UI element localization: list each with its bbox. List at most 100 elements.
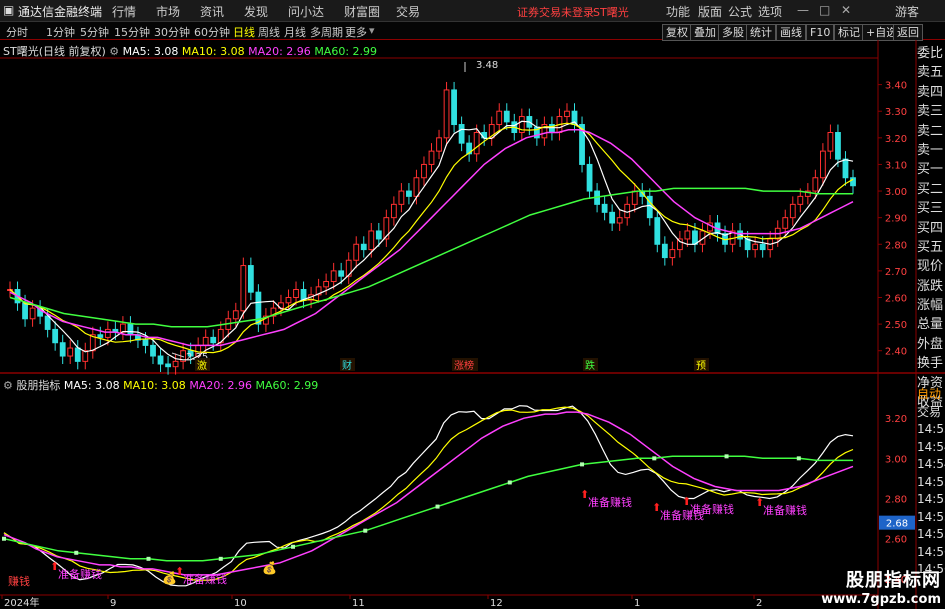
candle-body bbox=[684, 230, 691, 240]
indicator-tick-label: 2.80 bbox=[885, 495, 907, 506]
period-tab[interactable]: 月线 bbox=[284, 24, 306, 40]
tick-time: 14:55 bbox=[917, 474, 945, 489]
quote-label: 卖四 bbox=[917, 84, 944, 100]
ma60-line bbox=[9, 187, 853, 328]
mark-button[interactable]: 标记 bbox=[834, 24, 864, 41]
ma60-dot bbox=[218, 556, 223, 561]
login-notice[interactable]: 证券交易未登录 bbox=[517, 4, 594, 20]
price-tick-label: 2.80 bbox=[885, 240, 907, 251]
candle-body bbox=[473, 132, 480, 155]
overlay-button[interactable]: 叠加 bbox=[690, 24, 720, 41]
menu-item[interactable]: 资讯 bbox=[200, 3, 224, 20]
candle-body bbox=[29, 307, 36, 320]
date-tick-label: 9 bbox=[110, 598, 116, 609]
indicator-settings-icon[interactable]: ⚙ bbox=[3, 379, 13, 392]
candle-body bbox=[616, 217, 623, 224]
stats-button[interactable]: 统计 bbox=[746, 24, 776, 41]
date-tick-label: 10 bbox=[234, 598, 247, 609]
close-icon[interactable]: ✕ bbox=[841, 3, 851, 17]
sub-ma60-label: MA60: 2.99 bbox=[255, 379, 319, 392]
menu-item[interactable]: 发现 bbox=[244, 3, 268, 20]
candle-body bbox=[654, 217, 661, 245]
ma60-dot bbox=[435, 504, 440, 509]
ma60-dot bbox=[291, 544, 296, 549]
candle-body bbox=[97, 334, 104, 338]
menu-item[interactable]: 问小达 bbox=[288, 3, 324, 20]
period-tab[interactable]: 更多 bbox=[345, 24, 367, 40]
tick-panel: 自动交易 14:53 14:54 14:54 14:55 14:55 14:55 14:55 1… bbox=[917, 386, 945, 579]
candle-body bbox=[353, 243, 360, 261]
sub-ma10-label: MA10: 3.08 bbox=[123, 379, 186, 392]
candle-body bbox=[398, 190, 405, 205]
menu-item[interactable]: 功能 bbox=[666, 3, 690, 20]
candle-body bbox=[601, 203, 608, 213]
menu-item[interactable]: 市场 bbox=[156, 3, 180, 20]
ma60-dot bbox=[507, 480, 512, 485]
period-tab[interactable]: 1分钟 bbox=[46, 24, 75, 40]
period-tab[interactable]: 15分钟 bbox=[114, 24, 150, 40]
candle-body bbox=[850, 177, 856, 187]
menu-item[interactable]: 公式 bbox=[728, 3, 752, 20]
quote-label: 委比 bbox=[917, 46, 944, 61]
period-tab-active[interactable]: 日线 bbox=[233, 24, 255, 40]
candle-body bbox=[22, 302, 28, 320]
tick-time: 14:54 bbox=[917, 439, 945, 454]
period-tab[interactable]: 5分钟 bbox=[80, 24, 109, 40]
candle-body bbox=[789, 203, 796, 219]
multi-stock-button[interactable]: 多股 bbox=[718, 24, 748, 41]
high-price-label: 3.48 bbox=[476, 60, 498, 71]
candle-body bbox=[586, 163, 593, 192]
f10-button[interactable]: F10 bbox=[806, 24, 835, 41]
candle-body bbox=[661, 243, 668, 259]
candle-body bbox=[150, 344, 156, 357]
menu-item[interactable]: 财富圈 bbox=[344, 3, 380, 20]
candle-body bbox=[338, 270, 345, 277]
period-tab[interactable]: 分时 bbox=[6, 24, 28, 40]
ma60-dot bbox=[2, 536, 6, 541]
watermark-url: www.7gpzb.com bbox=[821, 592, 941, 607]
date-tick-label: 11 bbox=[352, 598, 365, 609]
kline-chart[interactable]: 3.40 3.30 3.20 3.10 3.00 2.90 2.80 2.70 2.60 2.50… bbox=[0, 40, 945, 609]
candle-body bbox=[503, 110, 510, 123]
menu-item[interactable]: 版面 bbox=[698, 3, 722, 20]
menu-item[interactable]: 行情 bbox=[112, 3, 136, 20]
ma60-dot bbox=[796, 456, 801, 461]
settings-icon[interactable]: ⚙ bbox=[109, 45, 119, 58]
ma60-dot bbox=[580, 462, 585, 467]
minimize-icon[interactable]: — bbox=[797, 3, 809, 17]
menu-item[interactable]: 交易 bbox=[396, 3, 420, 20]
candle-body bbox=[104, 328, 111, 338]
period-tab[interactable]: 30分钟 bbox=[154, 24, 190, 40]
period-tab[interactable]: 周线 bbox=[258, 24, 280, 40]
maximize-icon[interactable]: □ bbox=[819, 3, 830, 17]
more-chevron-icon[interactable]: ▾ bbox=[369, 24, 375, 37]
adjust-button[interactable]: 复权 bbox=[662, 24, 692, 41]
candle-body bbox=[142, 339, 149, 346]
candle-body bbox=[59, 342, 66, 357]
period-tab[interactable]: 60分钟 bbox=[194, 24, 230, 40]
main-title: ST曙光(日线 前复权) bbox=[3, 45, 106, 58]
quote-label: 卖五 bbox=[917, 65, 944, 81]
menu-item[interactable]: 选项 bbox=[758, 3, 782, 20]
event-tag: 跌 bbox=[585, 359, 595, 372]
back-button[interactable]: 返回 bbox=[893, 24, 923, 41]
guest-label[interactable]: 游客 bbox=[895, 3, 919, 20]
signal-label: 准备赚钱 bbox=[690, 502, 734, 516]
sub-legend: ⚙ 股朋指标 MA5: 3.08 MA10: 3.08 MA20: 2.96 M… bbox=[3, 377, 318, 393]
period-toolbar: 分时 1分钟 5分钟 15分钟 30分钟 60分钟 日线 周线 月线 多周期 更… bbox=[0, 22, 945, 41]
candle-body bbox=[232, 310, 239, 320]
candle-body bbox=[827, 132, 834, 152]
stock-name: ST曙光 bbox=[593, 6, 629, 19]
candle-body bbox=[368, 230, 375, 251]
draw-button[interactable]: 画线 bbox=[776, 24, 806, 41]
indicator-panel bbox=[2, 405, 854, 587]
quote-label: 买三 bbox=[917, 201, 944, 217]
tick-time: 14:53 bbox=[917, 422, 945, 436]
app-logo-icon: ▣ bbox=[3, 3, 15, 17]
candle-body bbox=[421, 163, 427, 179]
candle-body bbox=[165, 363, 171, 368]
candle-body bbox=[285, 296, 292, 304]
period-tab[interactable]: 多周期 bbox=[310, 24, 343, 40]
ma60-label: MA60: 2.99 bbox=[314, 45, 378, 58]
sub-ma20-label: MA20: 2.96 bbox=[189, 379, 253, 392]
